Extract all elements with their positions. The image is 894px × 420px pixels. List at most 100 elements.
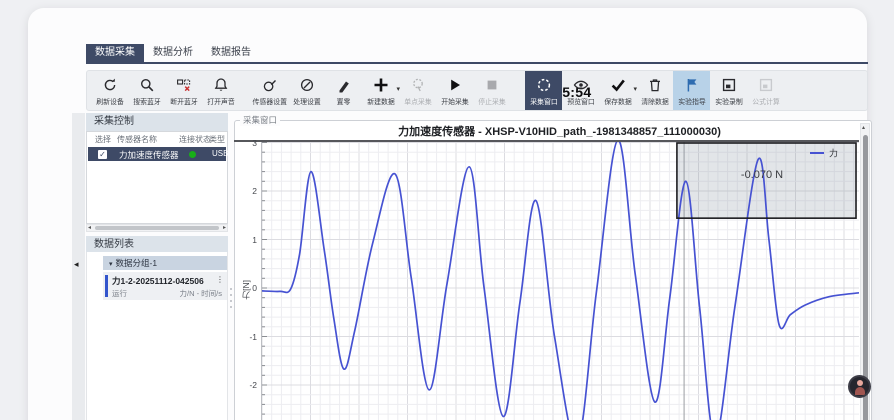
toolbar-button-sensor-settings[interactable]: 传感器设置 (251, 71, 288, 110)
toolbar-button-check[interactable]: ▾保存数据 (599, 71, 636, 110)
toolbar-button-dashed-circle[interactable]: 采集窗口 (525, 71, 562, 110)
toolbar-button-label: 清除数据 (641, 96, 669, 106)
data-list-body: ▾数据分组-1 力1-2-20251112-042506 ⋮ 运行 力/N - … (86, 252, 228, 420)
sensor-table: 选择传感器名称连接状态类型 ✓ 力加速度传感器 USB (86, 131, 228, 224)
connection-status-dot (189, 151, 196, 158)
item-accent-bar (105, 275, 108, 297)
plus-icon (373, 77, 389, 93)
tab-数据采集[interactable]: 数据采集 (86, 44, 144, 62)
zero-flag-icon (336, 77, 352, 93)
chevron-left-icon[interactable]: ◂ (74, 259, 79, 270)
avatar-head (857, 380, 863, 386)
toolbar-right-group: 采集窗口预览窗口 ▾保存数据清除数据实验指导实验录制公式计算 (525, 71, 784, 110)
toolbar-button-label: 新建数据 (367, 96, 395, 106)
collection-panel-title: 采集控制 (86, 113, 228, 131)
toolbar-button-eye[interactable]: 预览窗口 (562, 71, 599, 110)
y-tick-label: -1 (234, 332, 257, 342)
column-header-4: 类型 (209, 134, 225, 145)
single-point-icon (410, 77, 426, 93)
scroll-up-icon[interactable]: ▴ (862, 124, 865, 131)
scroll-left-icon[interactable]: ◂ (88, 224, 91, 232)
toolbar-button-process-settings[interactable]: 处理设置 (288, 71, 325, 110)
toolbar-button-label: 传感器设置 (252, 96, 287, 106)
guide-flag-icon (684, 77, 700, 93)
tab-bar: 数据采集数据分析数据报告 (86, 44, 260, 62)
kebab-menu-icon[interactable]: ⋮ (216, 275, 224, 284)
y-tick-label: 2 (234, 186, 257, 196)
toolbar-button-plus[interactable]: ▾新建数据 (362, 71, 399, 110)
toolbar-left-group: 刷新设备搜索蓝牙断开蓝牙打开声音 传感器设置处理设置 置零 ▾新建数据单点采集开始采集… (91, 71, 510, 110)
toolbar-button-record-window[interactable]: 实验录制 (710, 71, 747, 110)
toolbar-button-label: 置零 (337, 96, 351, 106)
y-tick-label: 3 (234, 138, 257, 148)
toolbar-button-label: 停止采集 (478, 96, 506, 106)
sensor-settings-icon (262, 77, 278, 93)
chart-title: 力加速度传感器 - XHSP-V10HID_path_-1981348857_1… (261, 123, 858, 139)
assistant-avatar-button[interactable] (848, 375, 871, 398)
stop-icon (484, 77, 500, 93)
sensor-name: 力加速度传感器 (119, 149, 179, 161)
toolbar: 刷新设备搜索蓝牙断开蓝牙打开声音 传感器设置处理设置 置零 ▾新建数据单点采集开始采集… (86, 70, 868, 111)
toolbar-button-guide-flag[interactable]: 实验指导 (673, 71, 710, 110)
sensor-type: USB (212, 149, 228, 158)
scroll-right-icon[interactable]: ▸ (223, 224, 226, 232)
data-group-label: 数据分组-1 (116, 258, 158, 268)
data-item-axes: 力/N - 时间/s (180, 288, 223, 299)
data-item-status: 运行 (112, 288, 127, 299)
toolbar-button-stop: 停止采集 (473, 71, 510, 110)
toolbar-button-label: 采集窗口 (530, 96, 558, 106)
tab-数据分析[interactable]: 数据分析 (144, 44, 202, 62)
process-settings-icon (299, 77, 315, 93)
sidebar-collapse-strip[interactable]: ◂ (72, 113, 85, 420)
toolbar-button-refresh[interactable]: 刷新设备 (91, 71, 128, 110)
sensor-table-row[interactable]: ✓ 力加速度传感器 USB (88, 147, 226, 161)
toolbar-button-label: 开始采集 (441, 96, 469, 106)
toolbar-button-label: 断开蓝牙 (170, 96, 198, 106)
check-icon (610, 77, 626, 93)
eye-icon (573, 77, 589, 93)
sidebar-horizontal-scrollbar[interactable]: ◂ ▸ (86, 224, 228, 232)
toolbar-button-label: 公式计算 (752, 96, 780, 106)
tab-数据报告[interactable]: 数据报告 (202, 44, 260, 62)
scrollbar-thumb[interactable] (95, 226, 219, 230)
splitter-handle[interactable] (230, 288, 233, 308)
toolbar-button-bell[interactable]: 打开声音 (202, 71, 239, 110)
legend-label: 力 (829, 148, 838, 159)
app-window: 数据采集数据分析数据报告 刷新设备搜索蓝牙断开蓝牙打开声音 传感器设置处理设置 置零… (28, 8, 867, 420)
toolbar-button-bluetooth-disconnect[interactable]: 断开蓝牙 (165, 71, 202, 110)
refresh-icon (102, 77, 118, 93)
toolbar-button-single-point: 单点采集 (399, 71, 436, 110)
column-header-2: 传感器名称 (117, 134, 157, 145)
toolbar-button-label: 预览窗口 (567, 96, 595, 106)
column-header-1: 选择 (95, 134, 111, 145)
toolbar-button-label: 搜索蓝牙 (133, 96, 161, 106)
search-icon (139, 77, 155, 93)
toolbar-button-play[interactable]: 开始采集 (436, 71, 473, 110)
trash-icon (647, 77, 663, 93)
toolbar-button-label: 实验指导 (678, 96, 706, 106)
toolbar-button-label: 打开声音 (207, 96, 235, 106)
chevron-down-icon[interactable]: ▾ (109, 261, 113, 268)
chart-plot-area[interactable]: -0.070 N力 (261, 142, 858, 420)
toolbar-button-label: 实验录制 (715, 96, 743, 106)
toolbar-button-search[interactable]: 搜索蓝牙 (128, 71, 165, 110)
formula-icon (758, 77, 774, 93)
toolbar-button-label: 处理设置 (293, 96, 321, 106)
sensor-checkbox[interactable]: ✓ (98, 150, 107, 159)
toolbar-button-label: 刷新设备 (96, 96, 124, 106)
tab-underline (86, 62, 868, 64)
y-tick-label: 1 (234, 235, 257, 245)
record-window-icon (721, 77, 737, 93)
toolbar-button-trash[interactable]: 清除数据 (636, 71, 673, 110)
play-icon (447, 77, 463, 93)
data-group-node[interactable]: ▾数据分组-1 (103, 256, 227, 270)
bluetooth-disconnect-icon (176, 77, 192, 93)
y-tick-label: 0 (234, 283, 257, 293)
toolbar-button-label: 单点采集 (404, 96, 432, 106)
avatar-body (855, 387, 865, 395)
data-item-title: 力1-2-20251112-042506 (112, 275, 204, 287)
toolbar-button-label: 保存数据 (604, 96, 632, 106)
y-tick-label: -2 (234, 380, 257, 390)
data-list-item[interactable]: 力1-2-20251112-042506 ⋮ 运行 力/N - 时间/s (103, 272, 227, 300)
toolbar-button-zero-flag[interactable]: 置零 (325, 71, 362, 110)
